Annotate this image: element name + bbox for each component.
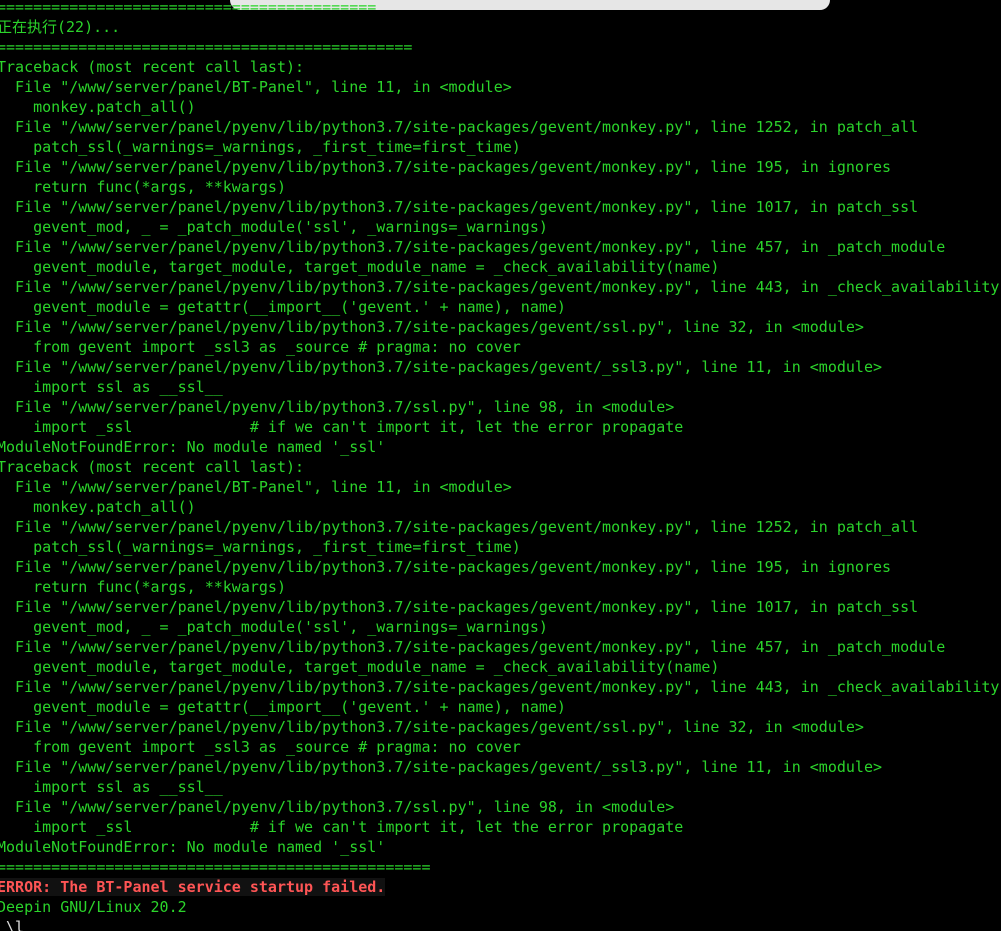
terminal-line: File "/www/server/panel/pyenv/lib/python… bbox=[0, 198, 919, 216]
terminal-line: File "/www/server/panel/pyenv/lib/python… bbox=[0, 318, 864, 336]
terminal-line: return func(*args, **kwargs) bbox=[0, 178, 286, 196]
terminal-line: File "/www/server/panel/pyenv/lib/python… bbox=[0, 718, 864, 736]
terminal-line: Deepin GNU/Linux 20.2 bbox=[0, 898, 187, 916]
terminal-line: gevent_module, target_module, target_mod… bbox=[0, 658, 720, 676]
terminal-line: File "/www/server/panel/pyenv/lib/python… bbox=[0, 238, 946, 256]
terminal-window[interactable]: ========================================… bbox=[0, 0, 1001, 931]
terminal-line: gevent_module = getattr(__import__('geve… bbox=[0, 698, 566, 716]
terminal-line: import _ssl # if we can't import it, let… bbox=[0, 818, 684, 836]
terminal-line: from gevent import _ssl3 as _source # pr… bbox=[0, 738, 521, 756]
terminal-line: return func(*args, **kwargs) bbox=[0, 578, 286, 596]
terminal-line: File "/www/server/panel/pyenv/lib/python… bbox=[0, 638, 946, 656]
terminal-line: monkey.patch_all() bbox=[0, 98, 196, 116]
terminal-line: import ssl as __ssl__ bbox=[0, 378, 223, 396]
terminal-line: import _ssl # if we can't import it, let… bbox=[0, 418, 684, 436]
terminal-output: ========================================… bbox=[0, 0, 999, 931]
error-message: ERROR: The BT-Panel service startup fail… bbox=[0, 878, 386, 896]
terminal-line: File "/www/server/panel/pyenv/lib/python… bbox=[0, 158, 892, 176]
terminal-line: File "/www/server/panel/pyenv/lib/python… bbox=[0, 278, 1000, 296]
terminal-line: ========================================… bbox=[0, 38, 413, 56]
terminal-line: ========================================… bbox=[0, 858, 431, 876]
terminal-line: gevent_module = getattr(__import__('geve… bbox=[0, 298, 566, 316]
terminal-line: ========================================… bbox=[0, 0, 377, 16]
terminal-line: Traceback (most recent call last): bbox=[0, 58, 305, 76]
terminal-line: monkey.patch_all() bbox=[0, 498, 196, 516]
terminal-line: ModuleNotFoundError: No module named '_s… bbox=[0, 438, 386, 456]
terminal-line: File "/www/server/panel/pyenv/lib/python… bbox=[0, 758, 883, 776]
terminal-line: File "/www/server/panel/pyenv/lib/python… bbox=[0, 598, 919, 616]
terminal-line: File "/www/server/panel/pyenv/lib/python… bbox=[0, 118, 919, 136]
terminal-line: from gevent import _ssl3 as _source # pr… bbox=[0, 338, 521, 356]
terminal-line: File "/www/server/panel/pyenv/lib/python… bbox=[0, 518, 919, 536]
terminal-line: File "/www/server/panel/pyenv/lib/python… bbox=[0, 798, 675, 816]
terminal-line: File "/www/server/panel/pyenv/lib/python… bbox=[0, 678, 1000, 696]
terminal-line: patch_ssl(_warnings=_warnings, _first_ti… bbox=[0, 138, 521, 156]
terminal-line: import ssl as __ssl__ bbox=[0, 778, 223, 796]
prompt-line: \l bbox=[6, 918, 25, 931]
terminal-line: gevent_mod, _ = _patch_module('ssl', _wa… bbox=[0, 618, 548, 636]
terminal-line: ModuleNotFoundError: No module named '_s… bbox=[0, 838, 386, 856]
terminal-line: gevent_mod, _ = _patch_module('ssl', _wa… bbox=[0, 218, 548, 236]
terminal-line: gevent_module, target_module, target_mod… bbox=[0, 258, 720, 276]
terminal-line: File "/www/server/panel/BT-Panel", line … bbox=[0, 478, 512, 496]
terminal-line: File "/www/server/panel/pyenv/lib/python… bbox=[0, 558, 892, 576]
error-line: ERROR: The BT-Panel service startup fail… bbox=[0, 877, 999, 897]
terminal-line: File "/www/server/panel/pyenv/lib/python… bbox=[0, 398, 675, 416]
terminal-line: patch_ssl(_warnings=_warnings, _first_ti… bbox=[0, 538, 521, 556]
terminal-line: Traceback (most recent call last): bbox=[0, 458, 305, 476]
terminal-line: File "/www/server/panel/BT-Panel", line … bbox=[0, 78, 512, 96]
terminal-line: File "/www/server/panel/pyenv/lib/python… bbox=[0, 358, 883, 376]
terminal-line: 正在执行(22)... bbox=[0, 18, 121, 36]
